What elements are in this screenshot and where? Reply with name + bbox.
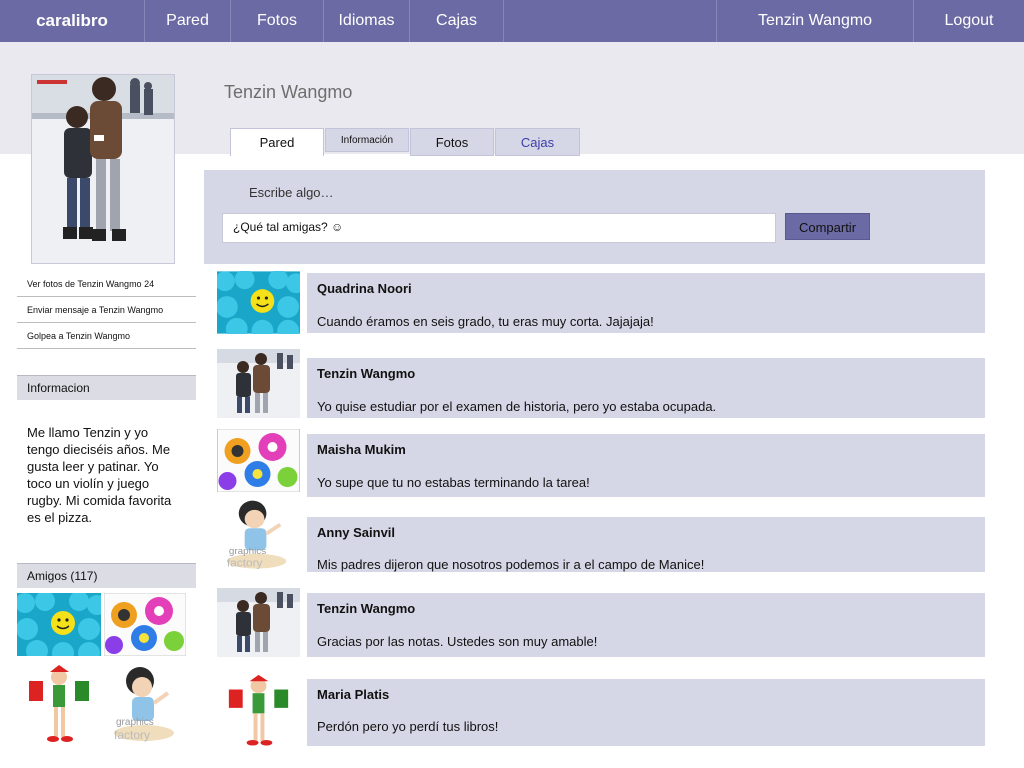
status-prompt-label: Escribe algo… (249, 185, 334, 200)
profile-name-heading: Tenzin Wangmo (224, 82, 353, 102)
friends-section-header[interactable]: Amigos (117) (17, 563, 196, 588)
post-avatar-skaters[interactable] (217, 349, 300, 418)
post-avatar-smiley[interactable] (217, 271, 300, 334)
post-author[interactable]: Quadrina Noori (317, 281, 412, 296)
post-item: Quadrina Noori Cuando éramos en seis gra… (307, 273, 985, 333)
nav-logout[interactable]: Logout (914, 0, 1024, 42)
friend-thumb-smiley-balls[interactable] (17, 593, 101, 656)
friend-thumb-elf[interactable] (17, 663, 101, 748)
info-section-header: Informacion (17, 375, 196, 400)
post-item: Anny Sainvil Mis padres dijeron que noso… (307, 517, 985, 572)
post-text: Gracias por las notas. Ustedes son muy a… (317, 634, 598, 649)
post-author[interactable]: Tenzin Wangmo (317, 366, 415, 381)
svg-text:graphics: graphics (116, 717, 154, 728)
post-avatar-cartoon-girl[interactable]: graphics factory (217, 497, 300, 575)
nav-user-profile[interactable]: Tenzin Wangmo (716, 0, 914, 42)
tab-informacion[interactable]: Información (325, 128, 409, 152)
post-text: Yo quise estudiar por el examen de histo… (317, 399, 717, 414)
sidebar-link-poke[interactable]: Golpea a Tenzin Wangmo (17, 323, 196, 349)
share-button[interactable]: Compartir (785, 213, 870, 240)
post-text: Mis padres dijeron que nosotros podemos … (317, 557, 705, 572)
bio-text: Me llamo Tenzin y yo tengo dieciséis año… (27, 425, 172, 525)
nav-pared[interactable]: Pared (145, 0, 231, 42)
post-text: Yo supe que tu no estabas terminando la … (317, 475, 590, 490)
post-item: Maisha Mukim Yo supe que tu no estabas t… (307, 434, 985, 497)
post-author[interactable]: Maria Platis (317, 687, 389, 702)
post-avatar-flowers[interactable] (217, 429, 300, 492)
svg-text:factory: factory (114, 728, 150, 742)
tab-fotos[interactable]: Fotos (410, 128, 494, 156)
friend-thumb-flowers[interactable] (104, 593, 186, 656)
svg-text:graphics: graphics (229, 546, 267, 557)
brand-logo[interactable]: caralibro (0, 0, 145, 42)
nav-cajas[interactable]: Cajas (410, 0, 504, 42)
post-avatar-elf[interactable] (217, 673, 300, 751)
post-text: Perdón pero yo perdí tus libros! (317, 719, 499, 734)
sidebar-link-view-photos[interactable]: Ver fotos de Tenzin Wangmo 24 (17, 271, 196, 297)
tab-cajas[interactable]: Cajas (495, 128, 580, 156)
svg-text:factory: factory (227, 558, 263, 570)
nav-fotos[interactable]: Fotos (231, 0, 324, 42)
post-avatar-skaters[interactable] (217, 588, 300, 657)
post-item: Maria Platis Perdón pero yo perdí tus li… (307, 679, 985, 746)
tab-pared[interactable]: Pared (230, 128, 324, 156)
sidebar-link-send-message[interactable]: Enviar mensaje a Tenzin Wangmo (17, 297, 196, 323)
profile-photo[interactable] (31, 74, 175, 264)
nav-idiomas[interactable]: Idiomas (324, 0, 410, 42)
post-text: Cuando éramos en seis grado, tu eras muy… (317, 314, 654, 329)
post-author[interactable]: Anny Sainvil (317, 525, 395, 540)
friend-thumb-cartoon-girl[interactable]: graphics factory (104, 663, 188, 748)
post-author[interactable]: Maisha Mukim (317, 442, 406, 457)
post-item: Tenzin Wangmo Yo quise estudiar por el e… (307, 358, 985, 418)
post-item: Tenzin Wangmo Gracias por las notas. Ust… (307, 593, 985, 657)
status-input[interactable]: ¿Qué tal amigas? ☺ (222, 213, 776, 243)
post-author[interactable]: Tenzin Wangmo (317, 601, 415, 616)
